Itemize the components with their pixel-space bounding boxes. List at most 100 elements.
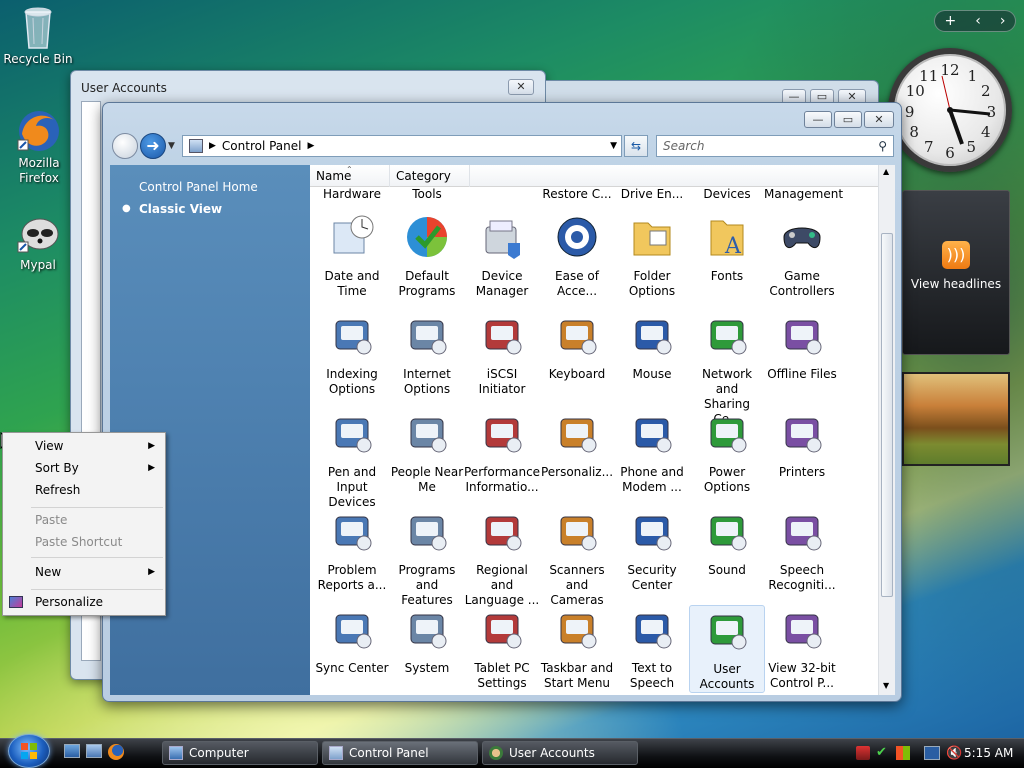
control-panel-item[interactable]: Device Manager — [464, 213, 540, 299]
control-panel-item[interactable]: Ease of Acce... — [539, 213, 615, 299]
control-panel-item[interactable]: Internet Options — [389, 311, 465, 397]
show-desktop-icon[interactable] — [64, 744, 80, 758]
address-bar[interactable]: ▶ Control Panel ▶ ▼ — [182, 135, 622, 157]
control-panel-item[interactable]: People Near Me — [389, 409, 465, 495]
address-dropdown-icon[interactable]: ▼ — [610, 141, 617, 151]
menu-item-refresh[interactable]: Refresh — [35, 483, 80, 497]
menu-separator — [31, 507, 163, 508]
control-panel-item[interactable]: Default Programs — [389, 213, 465, 299]
desktop-icon-recycle-bin[interactable]: Recycle Bin — [0, 4, 76, 67]
desktop-icon-mypal[interactable]: Mypal — [0, 212, 76, 273]
close-button[interactable]: ✕ — [864, 111, 894, 128]
control-panel-item[interactable]: Performance Informatio... — [464, 409, 540, 495]
column-header-category[interactable]: Category — [390, 165, 470, 187]
search-input[interactable]: Search — [663, 139, 705, 153]
control-panel-item[interactable]: Regional and Language ... — [464, 507, 540, 608]
minimize-button[interactable]: — — [804, 111, 832, 128]
forward-button[interactable]: ➜ — [140, 133, 166, 159]
vertical-scrollbar[interactable]: ▲ ▼ — [878, 165, 895, 695]
control-panel-item[interactable]: iSCSI Initiator — [464, 311, 540, 397]
control-panel-item[interactable]: Security Center — [614, 507, 690, 593]
display-icon[interactable] — [924, 746, 940, 760]
add-gadget-icon[interactable]: + — [945, 13, 957, 29]
control-panel-item[interactable]: Keyboard — [539, 311, 615, 382]
control-panel-item[interactable]: Programs and Features — [389, 507, 465, 608]
slideshow-gadget[interactable] — [902, 372, 1010, 466]
control-panel-item-label: Taskbar and — [540, 661, 614, 675]
control-panel-item[interactable]: Speech Recogniti... — [764, 507, 840, 593]
menu-item-new[interactable]: New — [35, 565, 61, 579]
menu-item-view[interactable]: View — [35, 439, 63, 453]
control-panel-item[interactable]: Text to Speech — [614, 605, 690, 691]
breadcrumb-arrow-icon[interactable]: ▶ — [308, 141, 315, 151]
items-view[interactable]: Hardware Tools Restore C... Drive En... Devi… — [310, 165, 878, 695]
taskbar-button-control-panel[interactable]: Control Panel — [322, 741, 478, 765]
control-panel-item[interactable]: Pen and Input Devices — [314, 409, 390, 510]
control-panel-item[interactable]: Date and Time — [314, 213, 390, 299]
scroll-up-icon[interactable]: ▲ — [883, 167, 889, 176]
control-panel-item[interactable]: Indexing Options — [314, 311, 390, 397]
start-button[interactable] — [8, 734, 50, 768]
desktop-icon-mozilla-firefox[interactable]: Mozilla Firefox — [0, 108, 78, 186]
control-panel-item[interactable]: Sound — [689, 507, 765, 578]
control-panel-item-partial[interactable]: Management — [764, 187, 843, 202]
control-panel-item-partial[interactable]: Devices — [689, 187, 765, 202]
control-panel-item[interactable]: View 32-bit Control P... — [764, 605, 840, 691]
control-panel-item[interactable]: Taskbar and Start Menu — [539, 605, 615, 691]
next-icon[interactable]: › — [1000, 13, 1006, 29]
control-panel-item[interactable]: Game Controllers — [764, 213, 840, 299]
volume-muted-icon[interactable]: 🔇 — [946, 746, 962, 761]
control-panel-item[interactable]: Scanners and Cameras — [539, 507, 615, 608]
close-button[interactable]: ✕ — [508, 79, 534, 95]
windows-flag-icon[interactable] — [896, 746, 910, 760]
classic-view-link[interactable]: Classic View — [139, 202, 222, 216]
maximize-button[interactable]: ▭ — [834, 111, 862, 128]
network-status-icon[interactable] — [856, 746, 870, 760]
search-icon[interactable]: ⚲ — [878, 139, 887, 153]
feed-headlines-gadget[interactable]: ))) View headlines — [902, 190, 1010, 355]
column-header-name[interactable]: ⌃ Name — [310, 165, 390, 187]
control-panel-item[interactable]: Folder Options — [614, 213, 690, 299]
control-panel-item[interactable]: Tablet PC Settings — [464, 605, 540, 691]
taskbar-button-user-accounts[interactable]: User Accounts — [482, 741, 638, 765]
control-panel-item[interactable]: Phone and Modem ... — [614, 409, 690, 495]
recent-pages-icon[interactable]: ▼ — [168, 141, 175, 151]
control-panel-item-label: Control P... — [769, 676, 834, 690]
control-panel-item[interactable]: Offline Files — [764, 311, 840, 382]
control-panel-item-partial[interactable]: Hardware — [314, 187, 390, 202]
control-panel-home-link[interactable]: Control Panel Home — [139, 180, 258, 194]
control-panel-item-partial[interactable]: Tools — [389, 187, 465, 202]
search-box[interactable]: Search ⚲ — [656, 135, 894, 157]
back-button[interactable] — [112, 133, 138, 159]
svg-text:A: A — [724, 234, 742, 259]
firefox-icon[interactable] — [108, 744, 124, 760]
control-panel-item[interactable]: Problem Reports a... — [314, 507, 390, 593]
control-panel-item-label: Manager — [475, 284, 529, 298]
control-panel-item-partial[interactable]: Restore C... — [539, 187, 615, 202]
control-panel-item[interactable]: Power Options — [689, 409, 765, 495]
control-panel-item-icon — [785, 614, 822, 649]
taskbar-button-computer[interactable]: Computer — [162, 741, 318, 765]
scroll-thumb[interactable] — [881, 233, 893, 597]
control-panel-item[interactable]: A Fonts — [689, 213, 765, 284]
control-panel-item[interactable]: Mouse — [614, 311, 690, 382]
previous-icon[interactable]: ‹ — [975, 13, 981, 29]
refresh-button[interactable]: ⇆ — [624, 135, 648, 157]
control-panel-item[interactable]: Printers — [764, 409, 840, 480]
switch-windows-icon[interactable] — [86, 744, 102, 758]
control-panel-item[interactable]: Sync Center — [314, 605, 390, 676]
sidebar-controls[interactable]: + ‹ › — [934, 10, 1016, 32]
control-panel-item-partial[interactable]: Drive En... — [614, 187, 690, 202]
control-panel-item[interactable]: System — [389, 605, 465, 676]
context-menu[interactable]: View ▶ Sort By ▶ Refresh Paste Paste Sho… — [2, 432, 166, 616]
security-check-icon[interactable]: ✔ — [876, 746, 890, 760]
menu-item-personalize[interactable]: Personalize — [35, 595, 103, 609]
control-panel-item-icon — [633, 222, 671, 256]
control-panel-item[interactable]: User Accounts — [689, 605, 765, 693]
scroll-down-icon[interactable]: ▼ — [883, 681, 889, 690]
control-panel-item[interactable]: Personaliz... — [539, 409, 615, 480]
taskbar-clock[interactable]: 5:15 AM — [964, 746, 1013, 760]
clock-gadget[interactable]: 12 1 2 3 4 5 6 7 8 9 10 11 — [888, 48, 1012, 172]
menu-item-sort-by[interactable]: Sort By — [35, 461, 79, 475]
control-panel-item-icon — [635, 614, 672, 649]
